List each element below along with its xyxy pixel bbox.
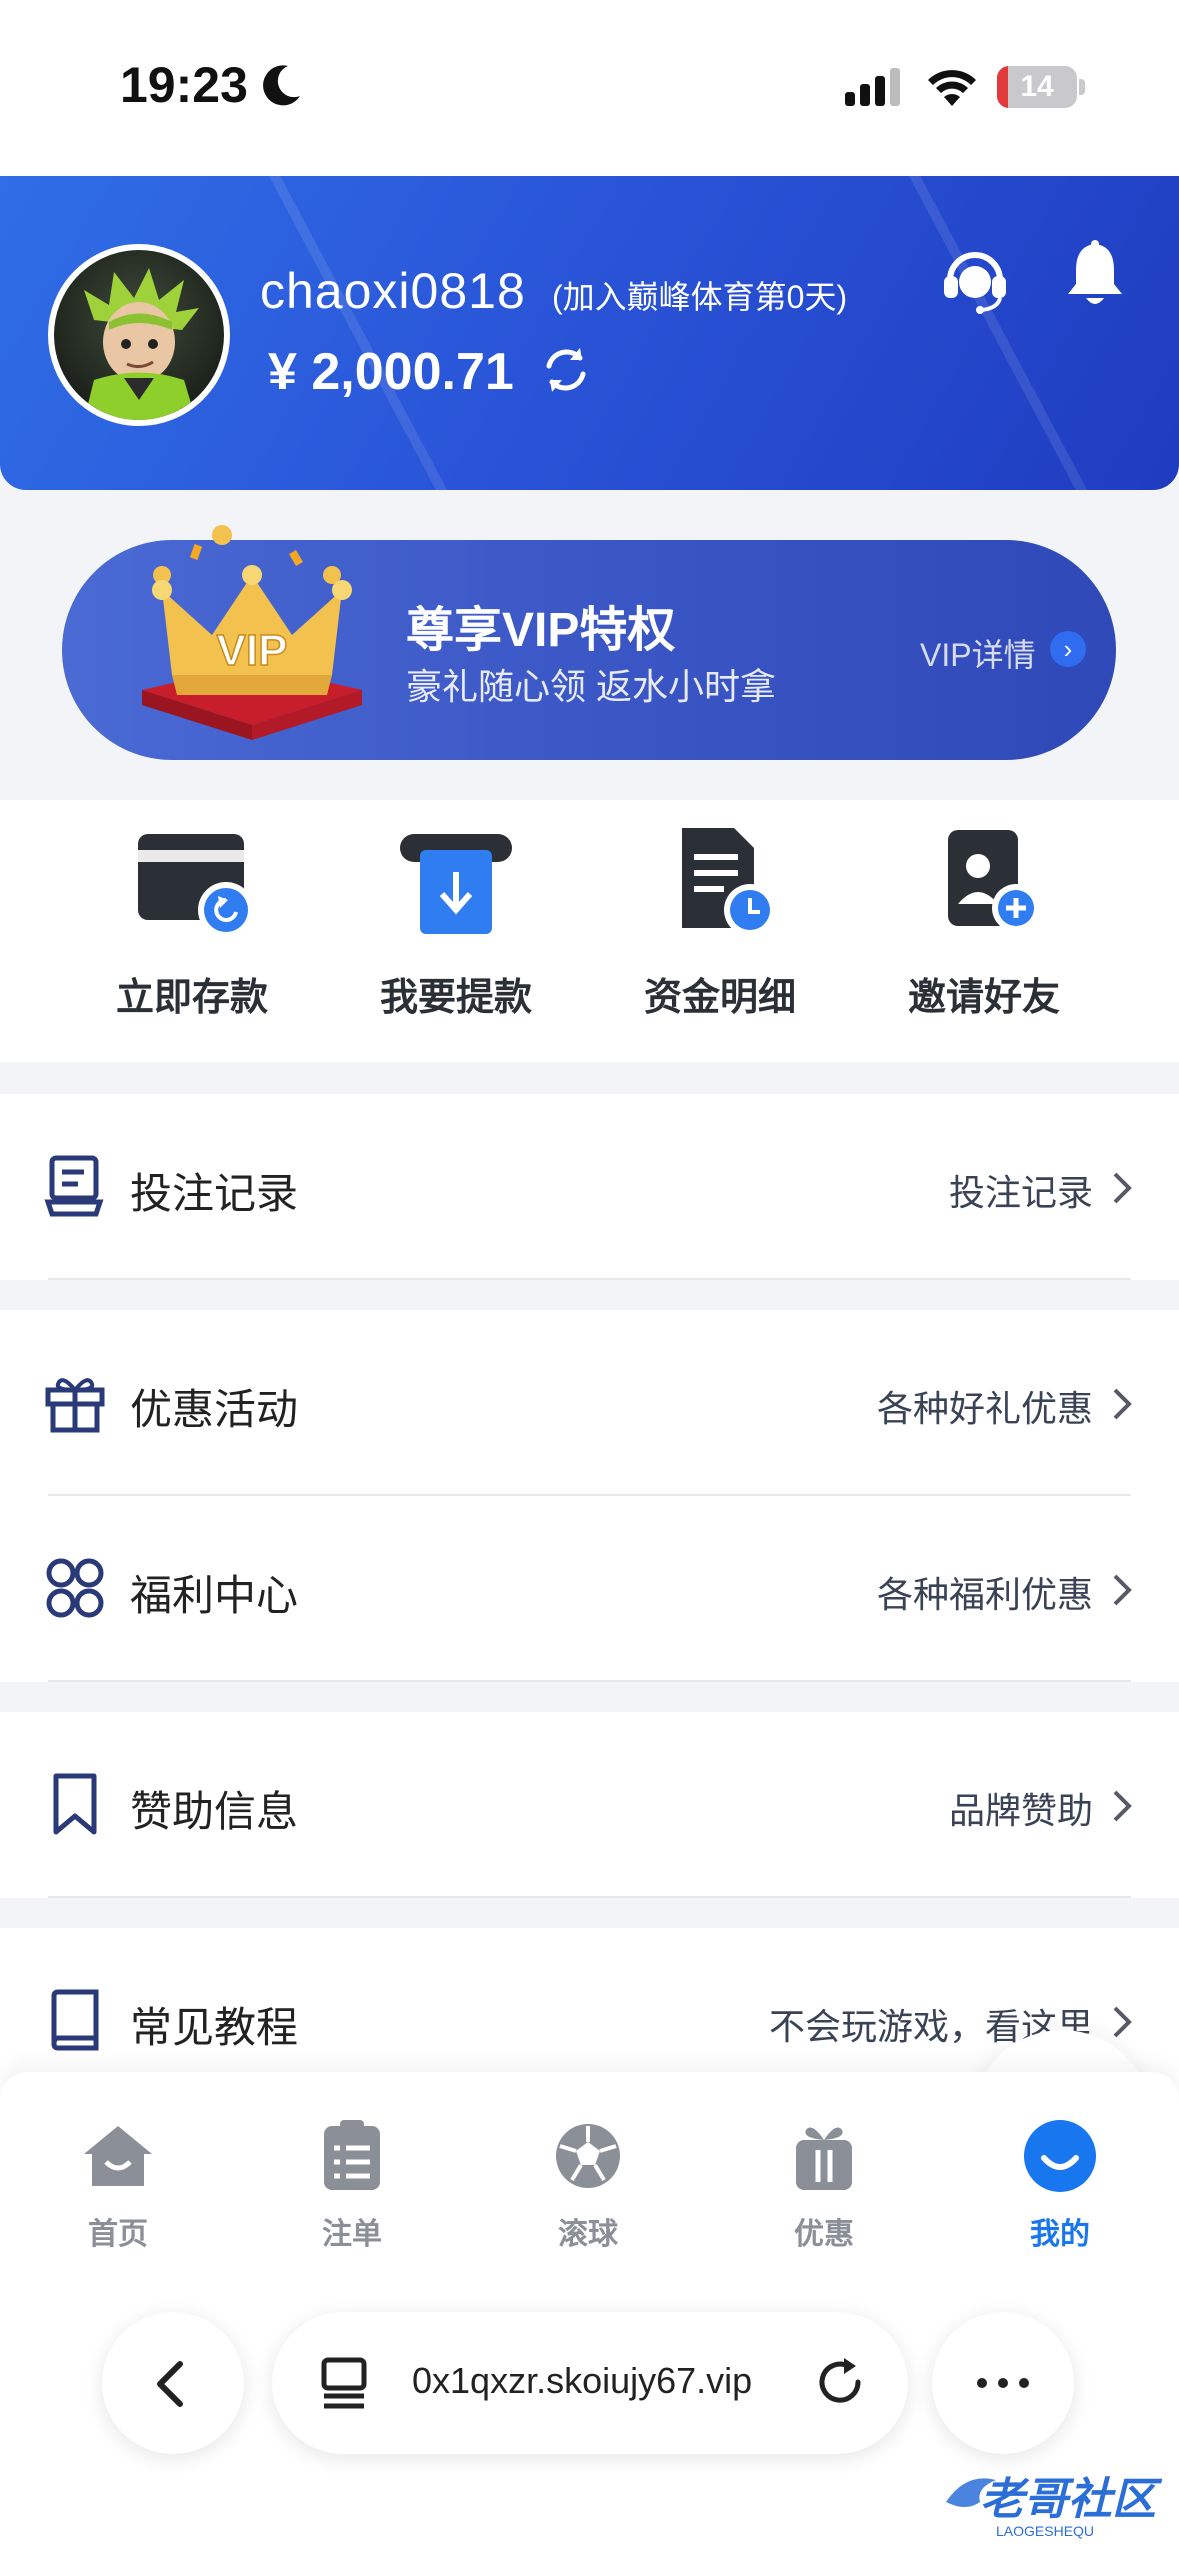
cellular-signal-icon (845, 68, 900, 106)
tabs-overview-icon[interactable] (318, 2356, 370, 2410)
menu-row-label: 优惠活动 (130, 1386, 299, 1433)
battery-icon: 14 (997, 66, 1077, 108)
quick-action-label: 邀请好友 (907, 977, 1060, 1019)
username: chaoxi0818 (260, 263, 526, 319)
bottom-tab-bar: 首页 注单 滚球 优惠 我的 (0, 2072, 1179, 2312)
refresh-balance-icon[interactable] (540, 344, 592, 396)
document-icon (44, 1155, 104, 1217)
vip-subtitle: 豪礼随心领 返水小时拿 (406, 666, 777, 707)
menu-row-welfare-center[interactable]: 福利中心 各种福利优惠 (0, 1496, 1179, 1682)
chevron-right-icon (1113, 1388, 1132, 1420)
tab-home[interactable]: 首页 (28, 2116, 208, 2253)
deposit-icon (138, 834, 254, 938)
address-bar[interactable]: 0x1qxzr.skoiujy67.vip (272, 2312, 908, 2454)
vip-crown-icon: VIP (142, 525, 362, 740)
withdraw-icon (400, 834, 512, 934)
statement-button[interactable]: 资金明细 (600, 820, 840, 1021)
tab-bets[interactable]: 注单 (262, 2116, 442, 2253)
menu-row-promotions[interactable]: 优惠活动 各种好礼优惠 (0, 1310, 1179, 1496)
customer-service-icon[interactable] (942, 244, 1008, 314)
tab-profile[interactable]: 我的 (970, 2116, 1150, 2253)
battery-level: 14 (1020, 70, 1054, 103)
bookmark-icon (53, 1773, 97, 1835)
tab-label: 我的 (1030, 2218, 1090, 2251)
row-divider (48, 1278, 1131, 1280)
menu-row-label: 福利中心 (130, 1572, 299, 1619)
url-text: 0x1qxzr.skoiujy67.vip (412, 2360, 753, 2401)
vip-detail-link[interactable]: VIP详情 (920, 630, 1036, 676)
more-dots-icon (977, 2378, 1029, 2388)
profile-icon (1024, 2120, 1096, 2192)
clipboard-icon (324, 2120, 380, 2190)
menu-row-value: 各种好礼优惠 (876, 1388, 1093, 1429)
home-icon (84, 2126, 152, 2186)
tab-label: 优惠 (794, 2218, 854, 2251)
notification-bell-icon[interactable] (1064, 240, 1126, 310)
vip-badge-text: VIP (217, 626, 288, 675)
quick-action-label: 我要提款 (379, 977, 532, 1019)
chevron-right-icon (1113, 1574, 1132, 1606)
invite-friends-button[interactable]: 邀请好友 (864, 820, 1104, 1021)
menu-row-sponsor[interactable]: 赞助信息 品牌赞助 (0, 1712, 1179, 1898)
chevron-right-icon[interactable]: › (1050, 631, 1086, 667)
tab-live[interactable]: 滚球 (498, 2116, 678, 2253)
tab-promotions[interactable]: 优惠 (734, 2116, 914, 2253)
statement-icon (682, 828, 776, 936)
watermark-logo: 老哥社区 LAOGESHEQU (946, 2475, 1163, 2539)
book-icon (51, 1989, 99, 2051)
invite-icon (948, 830, 1040, 932)
svg-text:老哥社区: 老哥社区 (980, 2475, 1163, 2524)
balance-amount: ¥ 2,000.71 (268, 343, 514, 401)
row-divider (48, 1680, 1131, 1682)
join-days-note: (加入巅峰体育第0天) (552, 279, 848, 315)
vip-banner[interactable]: VIP 尊享VIP特权 豪礼随心领 返水小时拿 VIP详情 › (62, 525, 1116, 760)
menu-section-sponsor: 赞助信息 品牌赞助 (0, 1712, 1179, 1898)
row-divider (48, 1896, 1131, 1898)
menu-section-records: 投注记录 投注记录 (0, 1094, 1179, 1280)
soccer-ball-icon (556, 2124, 620, 2188)
status-time: 19:23 (120, 57, 248, 113)
grid-icon (46, 1558, 104, 1618)
gift-icon (45, 1378, 105, 1433)
avatar[interactable] (48, 244, 230, 426)
vip-title: 尊享VIP特权 (406, 604, 676, 657)
reload-icon[interactable] (814, 2356, 868, 2410)
menu-row-value: 投注记录 (948, 1172, 1093, 1213)
gift-icon (796, 2127, 852, 2190)
deposit-button[interactable]: 立即存款 (72, 820, 312, 1021)
chevron-right-icon (1113, 1172, 1132, 1204)
tab-label: 注单 (322, 2218, 382, 2251)
withdraw-button[interactable]: 我要提款 (336, 820, 576, 1021)
quick-actions: 立即存款 我要提款 资金明细 邀请好友 (0, 800, 1179, 1062)
moon-icon (263, 65, 300, 106)
avatar-character-icon (84, 268, 199, 420)
menu-row-label: 常见教程 (130, 2004, 299, 2051)
battery-tip (1079, 79, 1085, 95)
menu-row-bet-records[interactable]: 投注记录 投注记录 (0, 1094, 1179, 1280)
profile-header: chaoxi0818 (加入巅峰体育第0天) ¥ 2,000.71 (0, 176, 1179, 490)
tab-label: 滚球 (558, 2218, 618, 2251)
tab-label: 首页 (88, 2218, 148, 2251)
chevron-right-icon (1113, 1790, 1132, 1822)
menu-row-label: 投注记录 (130, 1170, 299, 1217)
status-bar: 19:23 14 (0, 0, 1179, 176)
chevron-left-icon (157, 2361, 183, 2407)
more-options-button[interactable] (932, 2312, 1074, 2454)
back-button[interactable] (102, 2312, 244, 2454)
menu-row-value: 各种福利优惠 (876, 1574, 1093, 1615)
menu-row-label: 赞助信息 (130, 1788, 299, 1835)
quick-action-label: 立即存款 (115, 977, 268, 1019)
quick-action-label: 资金明细 (643, 977, 796, 1019)
chevron-right-icon (1113, 2006, 1132, 2038)
menu-section-promotions: 优惠活动 各种好礼优惠 福利中心 各种福利优惠 (0, 1310, 1179, 1682)
wifi-icon (928, 70, 976, 106)
menu-row-value: 品牌赞助 (948, 1790, 1093, 1831)
svg-text:LAOGESHEQU: LAOGESHEQU (996, 2523, 1094, 2539)
